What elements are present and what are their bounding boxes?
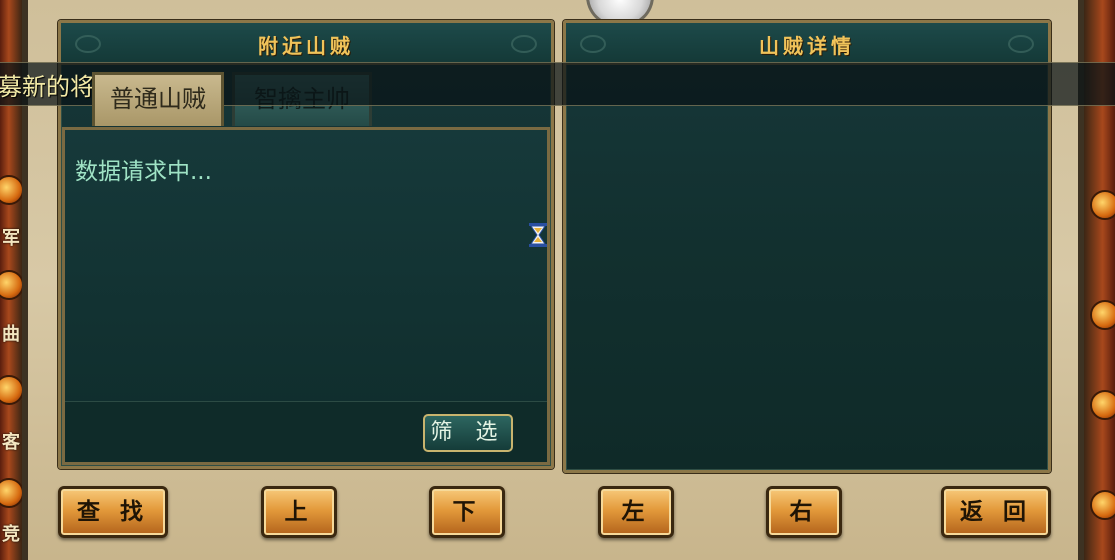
tab-normal-bandits[interactable]: 普通山贼	[92, 72, 224, 126]
left-orb-icon-2[interactable]	[0, 270, 24, 300]
panel-title-left: 附近山贼	[258, 34, 354, 58]
side-label-1[interactable]: 军	[0, 224, 22, 250]
right-orb-icon-1[interactable]	[1090, 190, 1115, 220]
bandit-list: 数据请求中... 筛 选	[62, 127, 550, 465]
side-label-2[interactable]: 曲	[0, 320, 22, 346]
right-orb-icon-4[interactable]	[1090, 490, 1115, 520]
right-orb-icon-3[interactable]	[1090, 390, 1115, 420]
list-footer: 筛 选	[65, 401, 547, 462]
swirl-ornament-icon	[1008, 35, 1034, 53]
side-label-3[interactable]: 客	[0, 428, 22, 454]
left-orb-icon-1[interactable]	[0, 175, 24, 205]
left-orb-icon-4[interactable]	[0, 478, 24, 508]
panel-header-left: 附近山贼	[61, 23, 551, 65]
panel-title-right: 山贼详情	[759, 34, 855, 58]
filter-button[interactable]: 筛 选	[423, 414, 513, 452]
down-button[interactable]: 下	[429, 486, 505, 538]
search-button[interactable]: 查 找	[58, 486, 168, 538]
panel-header-right: 山贼详情	[566, 23, 1048, 65]
up-button[interactable]: 上	[261, 486, 337, 538]
loading-status-text: 数据请求中...	[75, 159, 212, 185]
left-orb-icon-3[interactable]	[0, 375, 24, 405]
hourglass-icon	[529, 223, 547, 247]
right-button[interactable]: 右	[766, 486, 842, 538]
side-label-4[interactable]: 竞	[0, 520, 22, 546]
right-orb-icon-2[interactable]	[1090, 300, 1115, 330]
back-button[interactable]: 返 回	[941, 486, 1051, 538]
left-button[interactable]: 左	[598, 486, 674, 538]
swirl-ornament-icon	[511, 35, 537, 53]
